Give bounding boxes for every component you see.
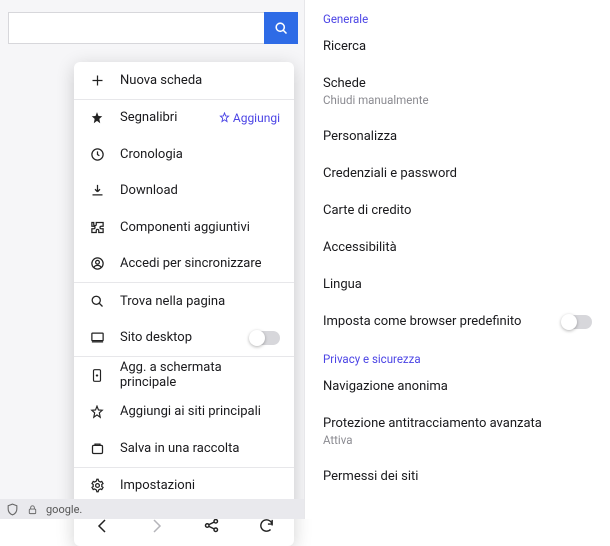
pin-icon (88, 405, 106, 419)
phone-plus-icon (88, 368, 106, 383)
menu-label: Download (120, 183, 178, 198)
menu-label: Agg. a schermata principale (120, 360, 280, 390)
download-icon (88, 183, 106, 198)
menu-label: Cronologia (120, 147, 183, 162)
menu-new-tab[interactable]: Nuova scheda (74, 62, 294, 99)
menu-label: Nuova scheda (120, 73, 202, 88)
section-privacy: Privacy e sicurezza (305, 340, 610, 368)
puzzle-icon (88, 220, 106, 235)
lock-icon (27, 504, 38, 515)
menu-label: Aggiungi ai siti principali (120, 404, 261, 419)
collection-icon (88, 441, 106, 456)
setting-tabs[interactable]: SchedeChiudi manualmente (305, 65, 610, 118)
menu-desktop-site[interactable]: Sito desktop (74, 320, 294, 357)
setting-site-permissions[interactable]: Permessi dei siti (305, 458, 610, 495)
menu-collection[interactable]: Salva in una raccolta (74, 430, 294, 467)
desktop-icon (88, 330, 106, 345)
account-icon (88, 256, 106, 271)
setting-private[interactable]: Navigazione anonima (305, 368, 610, 405)
add-bookmark-button[interactable]: Aggiungi (219, 111, 280, 125)
search-icon (88, 294, 106, 309)
search-input[interactable] (8, 12, 264, 44)
plus-icon (88, 73, 106, 88)
star-outline-icon (219, 112, 230, 123)
menu-label: Componenti aggiuntivi (120, 220, 250, 235)
menu-downloads[interactable]: Download (74, 173, 294, 210)
search-button[interactable] (264, 12, 298, 44)
menu-label: Salva in una raccolta (120, 441, 239, 456)
setting-default-browser[interactable]: Imposta come browser predefinito (305, 303, 610, 340)
bookmark-icon (88, 111, 106, 125)
url-bar[interactable]: google. (0, 499, 304, 519)
menu-label: Segnalibri (120, 110, 177, 125)
url-host: google. (46, 503, 82, 516)
section-general: Generale (305, 0, 610, 28)
menu-label: Sito desktop (120, 330, 192, 345)
menu-label: Impostazioni (120, 478, 195, 493)
setting-credentials[interactable]: Credenziali e password (305, 155, 610, 192)
add-bookmark-label: Aggiungi (233, 111, 280, 125)
setting-search[interactable]: Ricerca (305, 28, 610, 65)
menu-label: Trova nella pagina (120, 294, 225, 309)
setting-customize[interactable]: Personalizza (305, 118, 610, 155)
menu-label: Accedi per sincronizzare (120, 256, 262, 271)
shield-icon (6, 503, 19, 516)
setting-cards[interactable]: Carte di credito (305, 192, 610, 229)
menu-sync[interactable]: Accedi per sincronizzare (74, 246, 294, 283)
menu-history[interactable]: Cronologia (74, 136, 294, 173)
setting-language[interactable]: Lingua (305, 266, 610, 303)
default-browser-toggle[interactable] (562, 315, 592, 329)
setting-tracking[interactable]: Protezione antitracciamento avanzataAtti… (305, 405, 610, 458)
history-icon (88, 147, 106, 162)
menu-find[interactable]: Trova nella pagina (74, 283, 294, 320)
search-icon (274, 21, 289, 36)
gear-icon (88, 478, 106, 493)
desktop-site-toggle[interactable] (250, 331, 280, 345)
menu-addons[interactable]: Componenti aggiuntivi (74, 209, 294, 246)
settings-panel: Generale Ricerca SchedeChiudi manualment… (305, 0, 610, 519)
main-menu: Nuova scheda Segnalibri Aggiungi Cronolo… (74, 62, 294, 546)
menu-add-home[interactable]: Agg. a schermata principale (74, 357, 294, 394)
menu-top-sites[interactable]: Aggiungi ai siti principali (74, 394, 294, 431)
setting-accessibility[interactable]: Accessibilità (305, 229, 610, 266)
menu-bookmarks[interactable]: Segnalibri Aggiungi (74, 100, 294, 137)
